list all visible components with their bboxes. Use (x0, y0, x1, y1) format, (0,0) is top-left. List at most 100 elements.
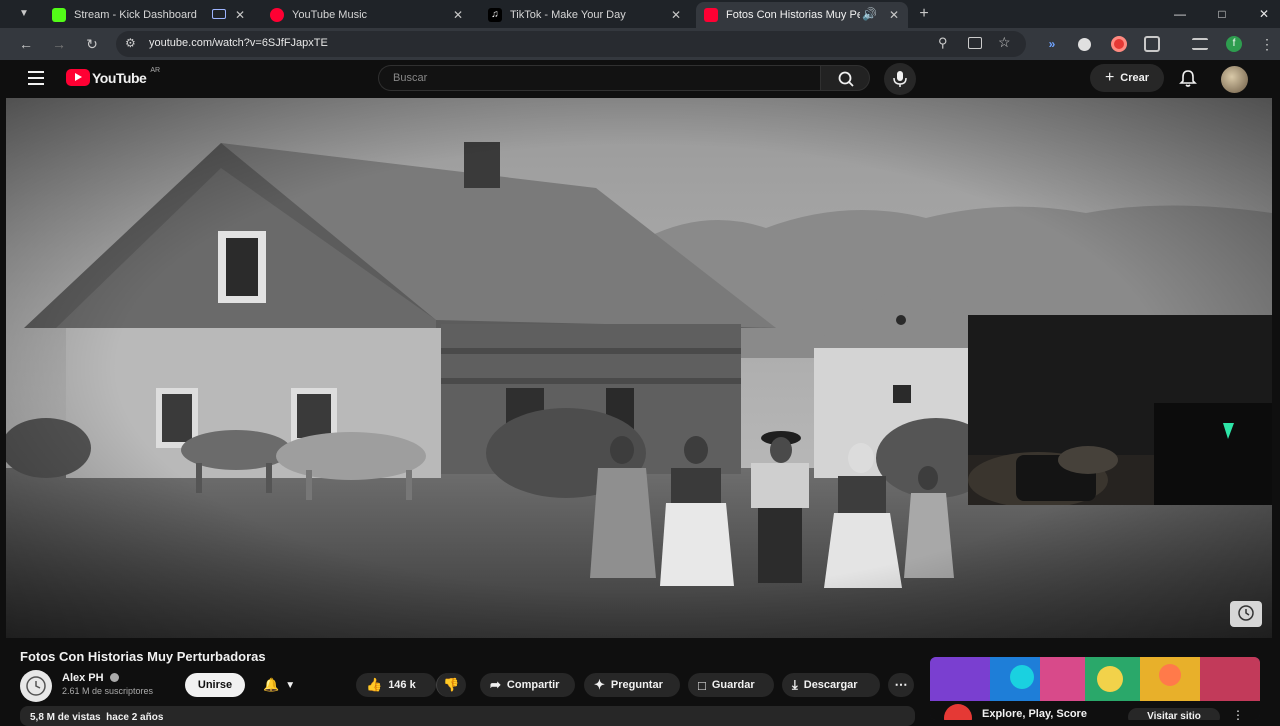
visit-site-button[interactable]: Visitar sitio (1128, 708, 1220, 720)
webcam-overlay (968, 315, 1272, 505)
tab-kick-dashboard[interactable]: Stream - Kick Dashboard ✕ (44, 2, 254, 28)
channel-name-row[interactable]: Alex PH (62, 672, 119, 684)
youtube-music-favicon-icon (270, 8, 284, 22)
create-label: Crear (1120, 72, 1150, 84)
bookmark-icon: □ (698, 677, 706, 693)
browser-toolbar: ← → ↻ ⚙ youtube.com/watch?v=6SJfFJapxTE … (0, 28, 1280, 60)
description-box[interactable]: 5,8 M de vistas hace 2 años (20, 706, 915, 726)
video-title: Fotos Con Historias Muy Perturbadoras (20, 649, 266, 664)
sparkle-icon: ✦ (594, 677, 605, 692)
search-button[interactable] (820, 65, 870, 91)
channel-avatar[interactable] (20, 670, 52, 702)
ad-title: Explore, Play, Score (982, 708, 1087, 720)
tab-label: Stream - Kick Dashboard (74, 9, 197, 21)
cast-icon (212, 9, 226, 19)
youtube-logo[interactable]: YouTube AR (66, 67, 161, 86)
more-horizontal-icon: ⋯ (894, 677, 908, 692)
close-tab-icon[interactable]: ✕ (886, 7, 902, 23)
extension-icon[interactable] (1078, 38, 1091, 51)
close-tab-icon[interactable]: ✕ (668, 7, 684, 23)
zoom-icon[interactable]: ⚲ (938, 35, 948, 51)
extension-icon[interactable]: » (1044, 36, 1060, 52)
extensions-puzzle-icon[interactable] (1144, 36, 1160, 52)
tiktok-favicon-icon: ♫ (488, 8, 502, 22)
more-actions-button[interactable]: ⋯ (888, 673, 914, 697)
channel-name[interactable]: Alex PH (62, 672, 104, 684)
profile-avatar[interactable]: f (1226, 36, 1242, 52)
country-code: AR (150, 67, 161, 74)
media-controls-icon[interactable] (1192, 38, 1208, 50)
ad-menu-icon[interactable]: ⋮ (1232, 708, 1244, 720)
tab-search-icon[interactable]: ▼ (14, 4, 34, 24)
site-info-icon[interactable]: ⚙ (125, 36, 136, 50)
tab-youtube-music[interactable]: YouTube Music ✕ (262, 2, 472, 28)
youtube-favicon-icon (704, 8, 718, 22)
browser-tab-strip: ▼ Stream - Kick Dashboard ✕ YouTube Musi… (0, 0, 1280, 28)
guide-menu-icon[interactable] (28, 71, 44, 85)
voice-search-button[interactable] (884, 63, 916, 95)
download-icon: ⤓ (792, 677, 798, 692)
views-and-date: 5,8 M de vistas hace 2 años (30, 712, 164, 723)
audio-playing-icon[interactable]: 🔊 (862, 7, 877, 21)
tab-label: YouTube Music (292, 9, 368, 21)
chevron-down-icon: ▼ (285, 679, 296, 691)
youtube-play-logo-icon (66, 69, 90, 86)
thumbs-down-icon: 👎 (443, 677, 460, 692)
ask-button[interactable]: ✦ Preguntar (584, 673, 680, 697)
close-tab-icon[interactable]: ✕ (450, 7, 466, 23)
watch-later-button[interactable] (1230, 601, 1262, 627)
thumbs-up-icon: 👍 (366, 677, 383, 692)
share-label: Compartir (506, 679, 560, 691)
microphone-icon (893, 71, 907, 87)
ad-banner-image (930, 657, 1260, 701)
close-window-icon[interactable]: ✕ (1254, 4, 1274, 24)
subscription-notifications-button[interactable]: 🔔 ▼ (253, 673, 311, 697)
browser-menu-icon[interactable]: ⋮ (1257, 34, 1277, 54)
ad-card[interactable]: Explore, Play, Score Visitar sitio ⋮ (930, 657, 1260, 720)
tab-tiktok[interactable]: ♫ TikTok - Make Your Day ✕ (480, 2, 690, 28)
install-app-icon[interactable] (968, 37, 982, 49)
dislike-button[interactable]: 👎 (436, 673, 466, 697)
tab-label: TikTok - Make Your Day (510, 9, 626, 21)
notifications-button[interactable] (1178, 68, 1198, 93)
search-icon (838, 71, 854, 87)
ask-label: Preguntar (610, 679, 663, 691)
share-arrow-icon: ➦ (490, 677, 501, 692)
maximize-icon[interactable]: □ (1212, 4, 1232, 24)
youtube-masthead: YouTube AR Buscar + Crear (0, 60, 1280, 98)
create-button[interactable]: + Crear (1090, 64, 1164, 92)
video-player[interactable] (6, 98, 1272, 638)
bell-icon: 🔔 (263, 677, 280, 692)
new-tab-icon[interactable]: + (914, 4, 934, 24)
download-button[interactable]: ⤓ Descargar (782, 673, 880, 697)
url-text: youtube.com/watch?v=6SJfFJapxTE (149, 37, 328, 49)
minimize-icon[interactable]: — (1170, 4, 1190, 24)
bell-icon (1179, 70, 1197, 87)
kick-favicon-icon (52, 8, 66, 22)
address-bar[interactable]: ⚙ youtube.com/watch?v=6SJfFJapxTE ⚲ ☆ (116, 31, 1026, 57)
forward-icon[interactable]: → (49, 34, 69, 54)
subscriber-count: 2.61 M de suscriptores (62, 686, 154, 696)
search-placeholder: Buscar (393, 72, 428, 84)
clock-logo-icon (26, 676, 46, 696)
webcam-room-image (968, 315, 1272, 505)
record-extension-icon[interactable] (1111, 36, 1127, 52)
bookmark-star-icon[interactable]: ☆ (998, 34, 1011, 51)
share-button[interactable]: ➦ Compartir (480, 673, 575, 697)
tab-label: Fotos Con Historias Muy Pe (726, 9, 860, 21)
save-label: Guardar (711, 679, 755, 691)
like-count: 146 k (388, 679, 416, 691)
close-tab-icon[interactable]: ✕ (232, 7, 248, 23)
search-input[interactable]: Buscar (378, 65, 820, 91)
youtube-logo-text: YouTube (92, 69, 147, 86)
reload-icon[interactable]: ↻ (82, 34, 102, 54)
account-avatar[interactable] (1221, 66, 1248, 93)
save-button[interactable]: □ Guardar (688, 673, 774, 697)
join-button[interactable]: Unirse (185, 673, 245, 697)
like-button[interactable]: 👍 146 k (356, 673, 436, 697)
clock-icon (1238, 605, 1254, 621)
back-icon[interactable]: ← (16, 34, 36, 54)
tab-current-video[interactable]: Fotos Con Historias Muy Pe 🔊 ✕ (696, 2, 908, 28)
download-label: Descargar (803, 679, 858, 691)
plus-icon: + (1104, 69, 1115, 86)
